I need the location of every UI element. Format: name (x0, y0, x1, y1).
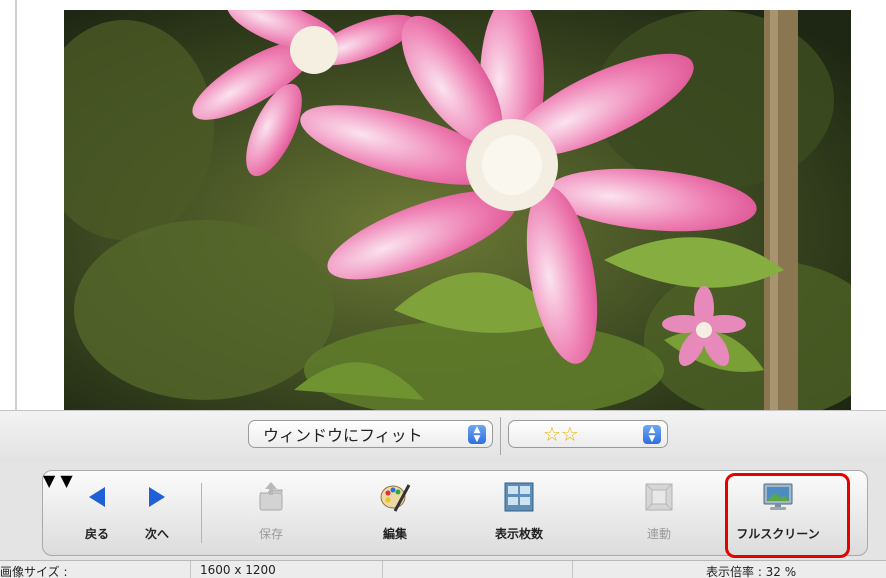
link-button[interactable]: 連動 (639, 477, 679, 551)
link-label: 連動 (646, 527, 671, 541)
back-button[interactable]: 戻る (79, 477, 115, 551)
next-button[interactable]: 次へ (139, 477, 175, 551)
rating-select[interactable]: ☆☆ ▲ ▼ (508, 420, 668, 448)
zoom-ratio: 表示倍率 : 32 % (706, 565, 797, 578)
status-divider (190, 561, 191, 578)
display-count-label: 表示枚数 (494, 527, 543, 541)
next-label: 次へ (144, 527, 169, 541)
status-divider (382, 561, 383, 578)
image-size-label: 画像サイズ : (0, 565, 68, 578)
back-label: 戻る (84, 527, 109, 541)
next-arrow-icon (147, 477, 167, 517)
status-divider (572, 561, 573, 578)
image-viewer-window: ウィンドウにフィット ▲ ▼ ☆☆ ▲ ▼ 戻る 次へ 保存 編集 ▼ 表示枚数… (0, 0, 886, 578)
save-button[interactable]: 保存 (251, 477, 291, 551)
zoom-fit-select[interactable]: ウィンドウにフィット ▲ ▼ (248, 420, 493, 448)
save-label: 保存 (258, 527, 283, 541)
rating-stars: ☆☆ (543, 422, 579, 446)
display-count-icon (504, 477, 534, 517)
back-arrow-icon (87, 477, 107, 517)
display-count-button[interactable]: 表示枚数 (489, 477, 549, 551)
image-size-value: 1600 x 1200 (200, 563, 276, 577)
link-icon (644, 477, 674, 517)
zoom-divider (500, 417, 501, 455)
edit-dropdown-icon[interactable]: ▼ (43, 471, 55, 490)
zoom-bar: ウィンドウにフィット ▲ ▼ ☆☆ ▲ ▼ (0, 410, 886, 462)
zoom-fit-label: ウィンドウにフィット (263, 426, 423, 445)
toolbar-divider (201, 483, 202, 543)
left-divider (15, 0, 17, 410)
status-bar: 画像サイズ : 1600 x 1200 表示倍率 : 32 % (0, 560, 886, 578)
photo-display (64, 10, 851, 410)
select-stepper-icon: ▲ ▼ (468, 425, 486, 444)
clematis-photo-image (64, 10, 851, 410)
display-count-dropdown-icon[interactable]: ▼ (60, 471, 72, 490)
save-folder-icon (256, 477, 286, 517)
fullscreen-highlight-box (725, 473, 850, 558)
select-stepper-icon: ▲ ▼ (643, 425, 661, 444)
edit-button[interactable]: 編集 (373, 477, 417, 551)
edit-label: 編集 (382, 527, 407, 541)
edit-palette-icon (379, 477, 411, 517)
